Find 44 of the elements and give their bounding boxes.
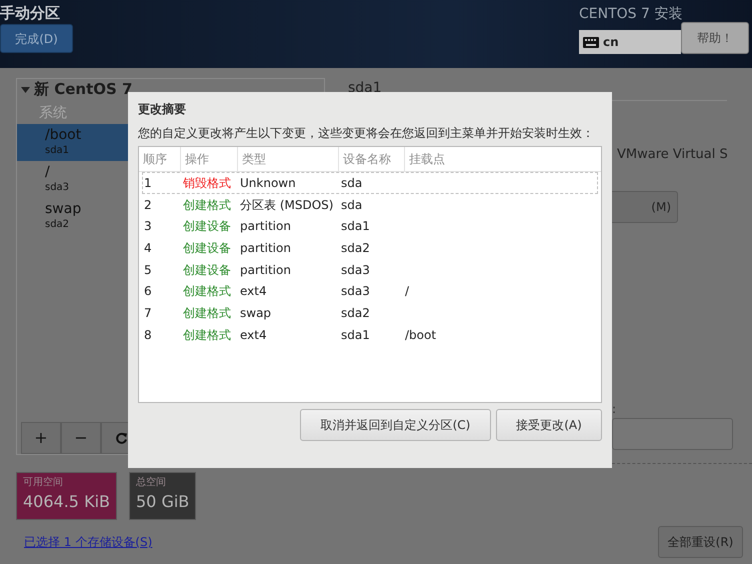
- table-cell-text: swap: [239, 304, 272, 322]
- table-cell-text: 分区表 (MSDOS): [239, 196, 334, 214]
- device-name: sda1: [348, 79, 382, 98]
- table-cell-text: ext4: [239, 326, 268, 344]
- table-cell-text: sda2: [340, 304, 371, 322]
- table-cell-text: 销毁格式: [182, 174, 232, 192]
- table-cell-text: 创建格式: [182, 283, 232, 300]
- table-cell-text: 4: [143, 240, 153, 257]
- table-cell-text: sda2: [340, 240, 371, 257]
- table-cell-text: 7: [143, 304, 153, 322]
- table-cell-text: partition: [239, 218, 292, 236]
- space-box: 总空间 50 GiB: [129, 472, 196, 520]
- table-cell-text: sda: [340, 174, 364, 192]
- table-cell-text: sda1: [340, 326, 371, 344]
- table-cell-text: sda3: [340, 283, 371, 300]
- table-cell-text: sda1: [340, 218, 371, 236]
- tree-heading: 新 CentOS 7: [34, 78, 132, 100]
- table-cell-text: partition: [239, 240, 292, 257]
- table-cell-text: 创建设备: [182, 240, 232, 257]
- table-cell-text: /: [404, 283, 410, 300]
- dialog-description: 您的自定义更改将产生以下变更，这些变更将会在您返回到主菜单并开始安装时生效：: [138, 125, 595, 142]
- table-cell-text: 创建格式: [182, 196, 232, 214]
- table-cell-text: ext4: [239, 283, 268, 300]
- table-cell-text: 6: [143, 283, 153, 300]
- table-cell-text: 5: [143, 262, 153, 279]
- table-cell-text: Unknown: [239, 174, 297, 192]
- table-cell-text: partition: [239, 262, 292, 279]
- page-title: 手动分区: [0, 3, 60, 24]
- table-cell-text: 3: [143, 218, 153, 236]
- table-cell-text: sda3: [340, 262, 371, 279]
- table-cell-text: 创建设备: [182, 218, 232, 236]
- table-cell-text: 1: [143, 174, 153, 192]
- table-cell-text: 2: [143, 196, 153, 214]
- table-cell-text: /boot: [404, 326, 438, 344]
- table-cell-text: 创建设备: [182, 262, 232, 279]
- product-title: CENTOS 7 安装: [579, 5, 682, 24]
- table-cell-text: 创建格式: [182, 326, 232, 344]
- dialog-title: 更改摘要: [138, 101, 187, 118]
- space-box: 可用空间 4064.5 KiB: [16, 472, 117, 520]
- field-label: :: [612, 401, 616, 418]
- device-description: VMware Virtual S: [617, 146, 728, 164]
- table-cell-text: sda: [340, 196, 364, 214]
- table-cell-text: 创建格式: [182, 304, 232, 322]
- table-cell-text: 8: [143, 326, 153, 344]
